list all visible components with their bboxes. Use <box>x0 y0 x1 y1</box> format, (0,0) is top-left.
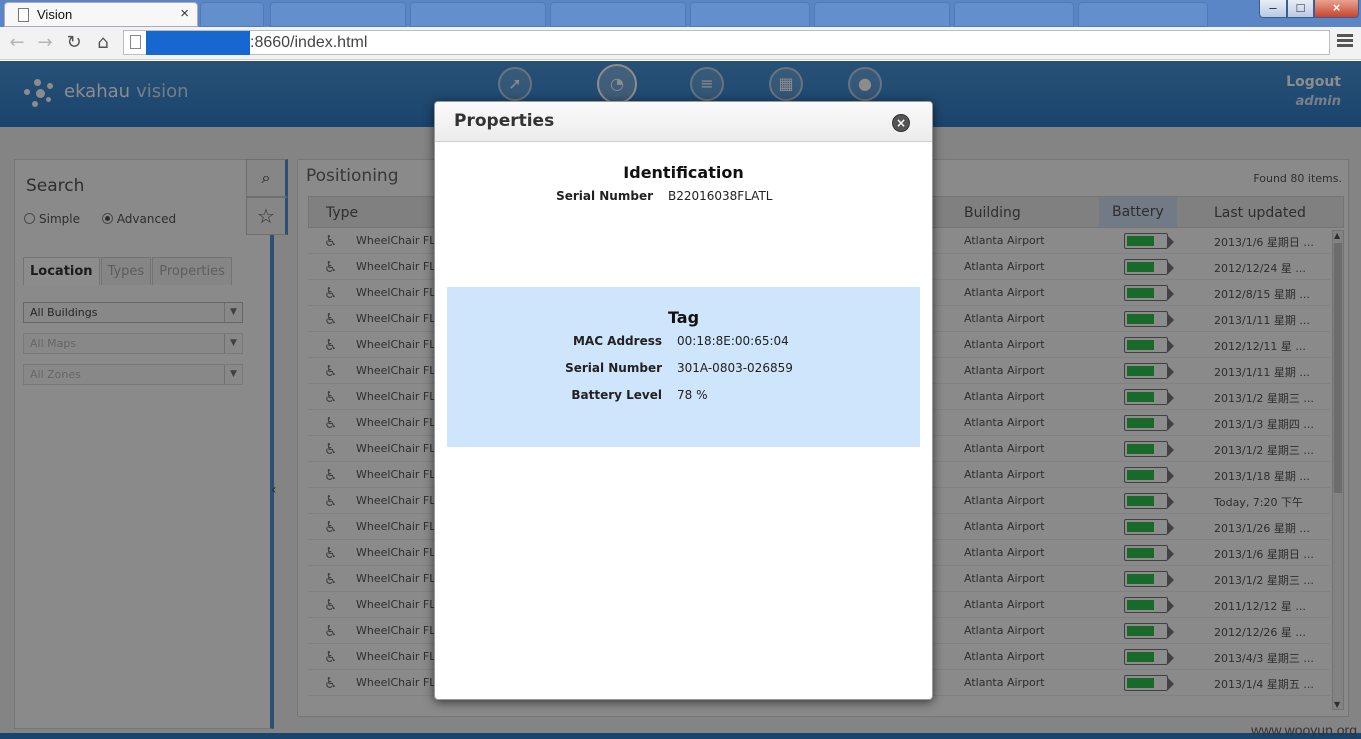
reload-icon[interactable]: ↻ <box>63 32 85 54</box>
tab-title: Vision <box>37 7 73 22</box>
browser-tab-new[interactable] <box>200 2 264 27</box>
url-text: :8660/index.html <box>250 34 368 51</box>
browser-tab[interactable] <box>954 2 1074 27</box>
browser-tab[interactable] <box>550 2 686 27</box>
battery-level-label: Battery Level <box>571 388 662 402</box>
browser-tab[interactable] <box>690 2 810 27</box>
battery-level-value: 78 % <box>677 388 708 402</box>
redacted-host <box>146 31 250 55</box>
close-icon[interactable]: × <box>892 114 910 132</box>
address-bar[interactable]: :8660/index.html <box>123 30 1330 55</box>
dialog-header: Properties × <box>435 102 932 142</box>
back-arrow-icon[interactable]: ← <box>6 32 28 54</box>
browser-tab[interactable] <box>814 2 950 27</box>
tag-heading: Tag <box>667 308 700 327</box>
mac-address-value: 00:18:8E:00:65:04 <box>677 334 789 348</box>
properties-dialog: Properties × Identification Serial Numbe… <box>434 101 933 700</box>
browser-menu-icon[interactable] <box>1337 34 1353 50</box>
identification-heading: Identification <box>623 163 744 182</box>
maximize-button[interactable]: □ <box>1287 0 1314 18</box>
browser-tab-active[interactable]: Vision × <box>4 2 198 27</box>
close-window-button[interactable]: × <box>1314 0 1359 18</box>
tab-close-icon[interactable]: × <box>180 5 189 22</box>
browser-tab[interactable] <box>270 2 406 27</box>
tag-section: Tag MAC Address 00:18:8E:00:65:04 Serial… <box>447 287 920 447</box>
watermark: www.wooyun.org <box>1251 722 1357 738</box>
browser-tab[interactable] <box>410 2 546 27</box>
tag-serial-value: 301A-0803-026859 <box>677 361 793 375</box>
browser-tab-bar: Vision × – □ × <box>0 0 1361 27</box>
browser-tab[interactable] <box>1078 2 1208 27</box>
dialog-title: Properties <box>454 111 555 131</box>
tag-serial-label: Serial Number <box>565 361 662 375</box>
mac-address-label: MAC Address <box>572 334 662 348</box>
browser-toolbar: ← → ↻ ⌂ :8660/index.html <box>0 27 1361 60</box>
forward-arrow-icon[interactable]: → <box>34 32 56 54</box>
home-icon[interactable]: ⌂ <box>92 32 114 54</box>
page-icon <box>18 8 29 22</box>
minimize-button[interactable]: – <box>1259 0 1287 18</box>
id-serial-label: Serial Number <box>556 189 653 203</box>
id-serial-value: B22016038FLATL <box>668 189 773 203</box>
page-icon <box>130 35 141 49</box>
